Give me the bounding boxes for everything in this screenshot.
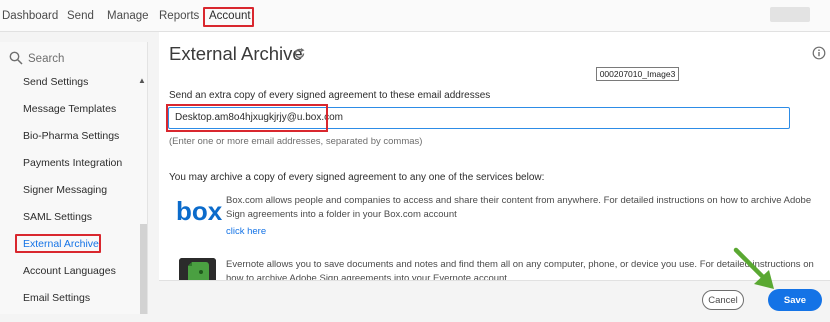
- search-input[interactable]: Search: [6, 48, 146, 70]
- sidebar-item-email-settings[interactable]: Email Settings: [23, 292, 90, 304]
- info-icon[interactable]: [812, 46, 826, 60]
- sidebar-scrollbar[interactable]: [140, 224, 147, 314]
- sidebar-item-send-settings[interactable]: Send Settings: [23, 76, 88, 88]
- services-label: You may archive a copy of every signed a…: [169, 172, 545, 183]
- email-field-hint: (Enter one or more email addresses, sepa…: [169, 136, 423, 147]
- sidebar-item-bio-pharma-settings[interactable]: Bio-Pharma Settings: [23, 130, 119, 142]
- tab-dashboard[interactable]: Dashboard: [2, 10, 58, 22]
- scroll-up-icon[interactable]: ▲: [138, 76, 146, 85]
- search-placeholder: Search: [28, 53, 65, 65]
- svg-text:box: box: [176, 198, 222, 226]
- sidebar-item-signer-messaging[interactable]: Signer Messaging: [23, 184, 107, 196]
- box-instructions-link[interactable]: click here: [226, 226, 266, 237]
- sidebar: Search ▲ Send Settings Message Templates…: [0, 42, 148, 314]
- box-logo: box: [176, 198, 222, 226]
- tab-manage[interactable]: Manage: [107, 10, 149, 22]
- sidebar-item-message-templates[interactable]: Message Templates: [23, 103, 116, 115]
- account-tab-highlight: [203, 7, 254, 27]
- arrow-annotation-icon: [733, 247, 774, 289]
- page-title: External Archive: [169, 43, 303, 64]
- email-field-label: Send an extra copy of every signed agree…: [169, 90, 491, 101]
- sidebar-item-account-languages[interactable]: Account Languages: [23, 265, 116, 277]
- cancel-button[interactable]: Cancel: [702, 290, 744, 310]
- email-value-highlight: [166, 104, 328, 132]
- top-nav: Dashboard Send Manage Reports Account: [0, 0, 830, 32]
- save-button[interactable]: Save: [768, 289, 822, 311]
- tab-reports[interactable]: Reports: [159, 10, 199, 22]
- box-description: Box.com allows people and companies to a…: [226, 195, 812, 220]
- image-label: 000207010_Image3: [596, 67, 679, 81]
- refresh-icon[interactable]: [293, 47, 306, 60]
- user-menu[interactable]: [770, 7, 810, 22]
- tab-send[interactable]: Send: [67, 10, 94, 22]
- sidebar-item-payments-integration[interactable]: Payments Integration: [23, 157, 122, 169]
- sidebar-item-saml-settings[interactable]: SAML Settings: [23, 211, 92, 223]
- external-archive-highlight: [15, 234, 101, 253]
- search-icon: [9, 51, 23, 65]
